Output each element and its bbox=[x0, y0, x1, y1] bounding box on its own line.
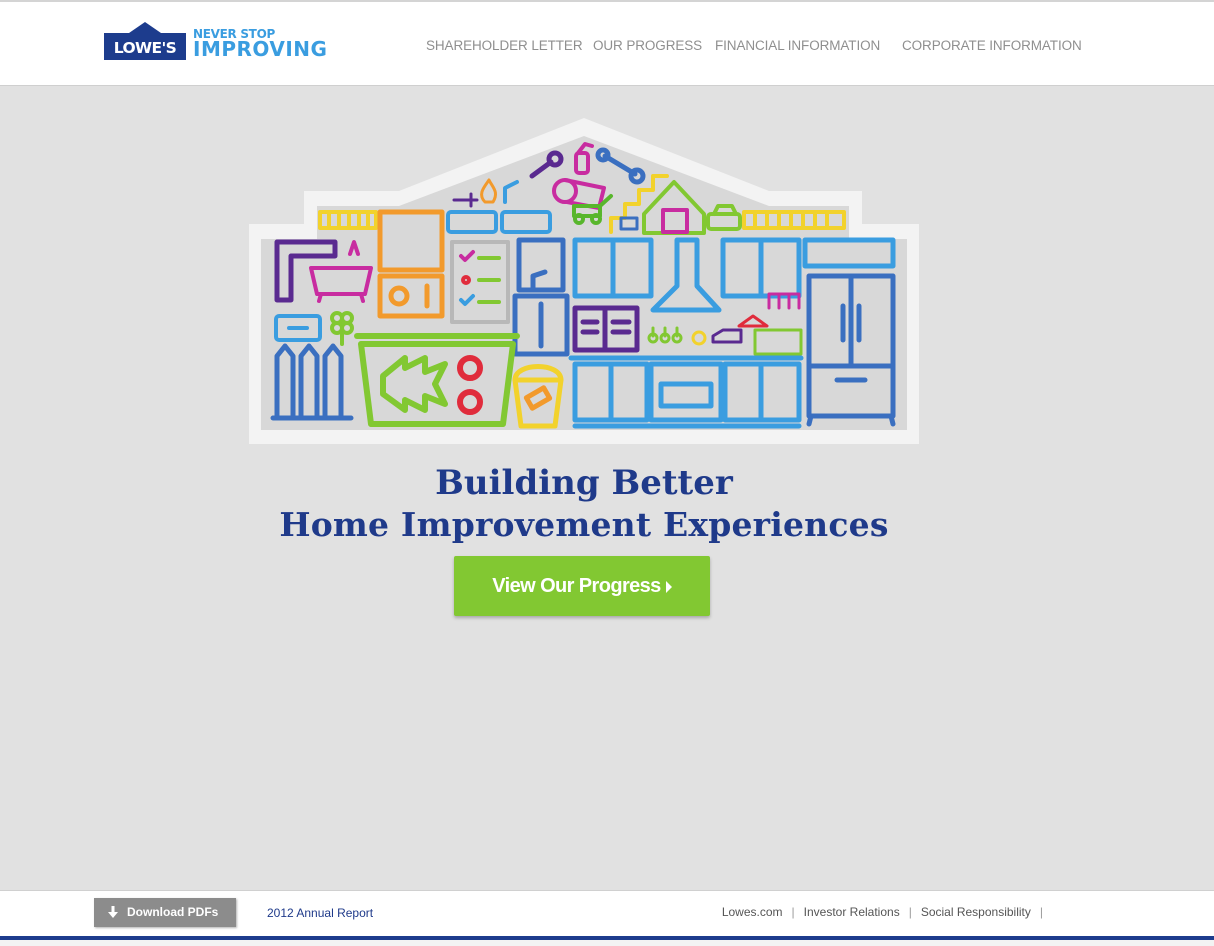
nav-shareholder-letter[interactable]: SHAREHOLDER LETTER bbox=[426, 38, 583, 53]
headline-line-2: Home Improvement Experiences bbox=[279, 505, 889, 544]
play-arrow-icon bbox=[665, 581, 672, 593]
investor-relations-link[interactable]: Investor Relations bbox=[804, 905, 900, 919]
view-progress-label: View Our Progress bbox=[492, 575, 661, 597]
footer-separator: | bbox=[1039, 905, 1043, 919]
download-arrow-icon bbox=[108, 906, 118, 918]
download-pdfs-button[interactable]: Download PDFs bbox=[94, 898, 236, 927]
hero-headline: Building Better Home Improvement Experie… bbox=[0, 462, 1168, 546]
footer-separator: | bbox=[791, 905, 795, 919]
house-illustration bbox=[249, 118, 919, 444]
nav-our-progress[interactable]: OUR PROGRESS bbox=[593, 38, 702, 53]
footer-links: Lowes.com | Investor Relations | Social Resp… bbox=[722, 905, 1052, 919]
download-pdfs-label: Download PDFs bbox=[127, 905, 219, 919]
view-progress-button[interactable]: View Our Progress bbox=[454, 556, 710, 616]
site-footer: Download PDFs 2012 Annual Report Lowes.c… bbox=[0, 890, 1214, 937]
site-header: LOWE'S NEVER STOP IMPROVING SHAREHOLDER … bbox=[0, 2, 1214, 86]
main-nav: SHAREHOLDER LETTER OUR PROGRESS FINANCIA… bbox=[0, 38, 1214, 56]
annual-report-link[interactable]: 2012 Annual Report bbox=[267, 906, 373, 920]
lowes-com-link[interactable]: Lowes.com bbox=[722, 905, 783, 919]
footer-bottom-strip bbox=[0, 940, 1214, 946]
ruler-left-icon bbox=[318, 210, 378, 230]
social-responsibility-link[interactable]: Social Responsibility bbox=[921, 905, 1031, 919]
headline-line-1: Building Better bbox=[435, 463, 733, 503]
footer-separator: | bbox=[908, 905, 912, 919]
nav-corporate-information[interactable]: CORPORATE INFORMATION bbox=[902, 38, 1082, 53]
nav-financial-information[interactable]: FINANCIAL INFORMATION bbox=[715, 38, 880, 53]
